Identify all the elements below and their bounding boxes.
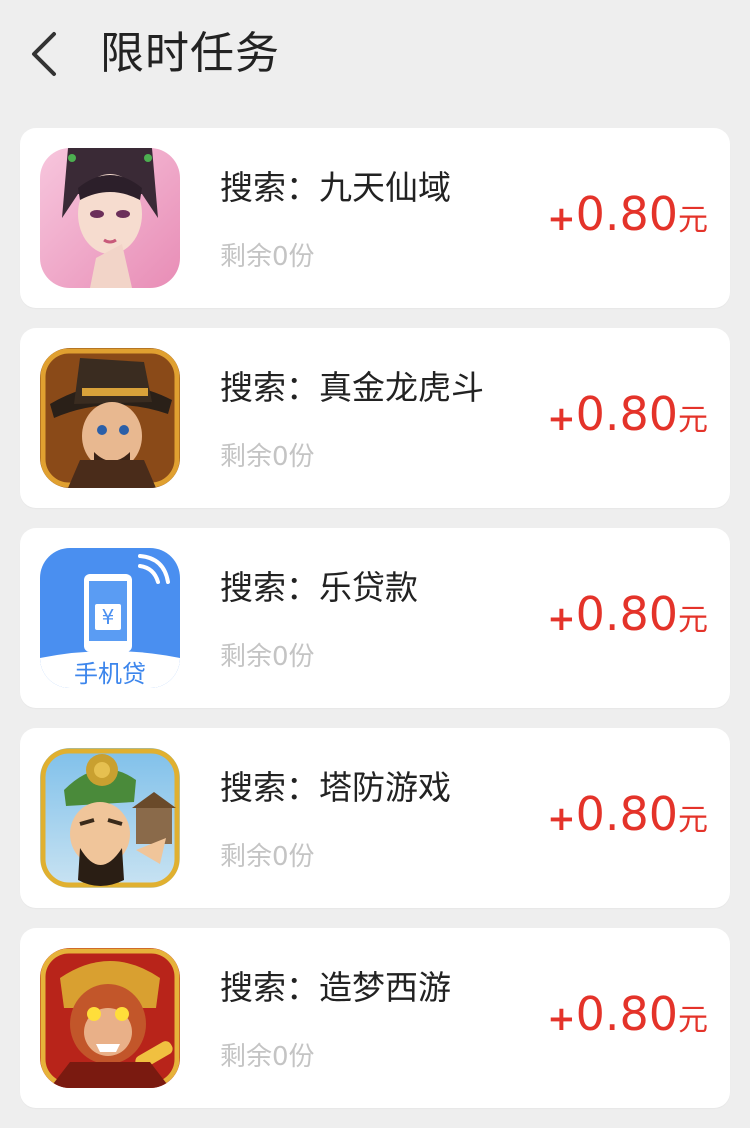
reward-unit: 元 — [678, 203, 708, 238]
task-card-ledaikuan[interactable]: ¥ 手机贷 搜索：乐贷款 剩余0份 +0.80元 — [20, 528, 730, 708]
remaining-count: 剩余0份 — [220, 242, 315, 272]
reward-value: 0.80 — [575, 187, 678, 241]
page-title: 限时任务 — [100, 28, 280, 79]
game-icon-zhenjin-longhudou — [40, 348, 180, 488]
reward-unit: 元 — [678, 803, 708, 838]
game-icon-zaomeng-xiyou — [40, 948, 180, 1088]
remaining-count: 剩余0份 — [220, 442, 315, 472]
reward-unit: 元 — [678, 603, 708, 638]
back-button[interactable] — [20, 22, 80, 86]
reward-plus: + — [547, 599, 576, 639]
chevron-left-icon — [32, 32, 56, 76]
reward-value: 0.80 — [575, 987, 678, 1041]
reward-amount: +0.80元 — [547, 386, 708, 453]
task-title: 搜索：真金龙虎斗 — [220, 368, 484, 407]
reward-value: 0.80 — [575, 587, 678, 641]
task-card-zaomeng-xiyou[interactable]: 搜索：造梦西游 剩余0份 +0.80元 — [20, 928, 730, 1108]
reward-plus: + — [547, 199, 576, 239]
app-icon-shoujidai: ¥ 手机贷 — [40, 548, 180, 688]
game-icon-tafang-youxi — [40, 748, 180, 888]
task-title: 搜索：塔防游戏 — [220, 768, 451, 807]
reward-plus: + — [547, 399, 576, 439]
reward-amount: +0.80元 — [547, 786, 708, 853]
task-card-tafang-youxi[interactable]: 搜索：塔防游戏 剩余0份 +0.80元 — [20, 728, 730, 908]
task-title: 搜索：乐贷款 — [220, 568, 418, 607]
game-icon-jiutian-xianyu — [40, 148, 180, 288]
yuan-symbol: ¥ — [102, 605, 115, 629]
task-card-zhenjin-longhudou[interactable]: 搜索：真金龙虎斗 剩余0份 +0.80元 — [20, 328, 730, 508]
remaining-count: 剩余0份 — [220, 642, 315, 672]
remaining-count: 剩余0份 — [220, 842, 315, 872]
reward-amount: +0.80元 — [547, 986, 708, 1053]
task-list: 搜索：九天仙域 剩余0份 +0.80元 搜索：真金龙虎斗 剩余0份 +0.80元… — [20, 128, 730, 1128]
shoujidai-label: 手机贷 — [74, 660, 146, 688]
reward-unit: 元 — [678, 403, 708, 438]
reward-amount: +0.80元 — [547, 586, 708, 653]
reward-amount: +0.80元 — [547, 186, 708, 253]
reward-plus: + — [547, 799, 576, 839]
reward-value: 0.80 — [575, 387, 678, 441]
reward-plus: + — [547, 999, 576, 1039]
task-title: 搜索：九天仙域 — [220, 168, 451, 207]
remaining-count: 剩余0份 — [220, 1042, 315, 1072]
task-title: 搜索：造梦西游 — [220, 968, 451, 1007]
reward-value: 0.80 — [575, 787, 678, 841]
reward-unit: 元 — [678, 1003, 708, 1038]
task-card-jiutian-xianyu[interactable]: 搜索：九天仙域 剩余0份 +0.80元 — [20, 128, 730, 308]
app-header: 限时任务 — [0, 0, 750, 108]
